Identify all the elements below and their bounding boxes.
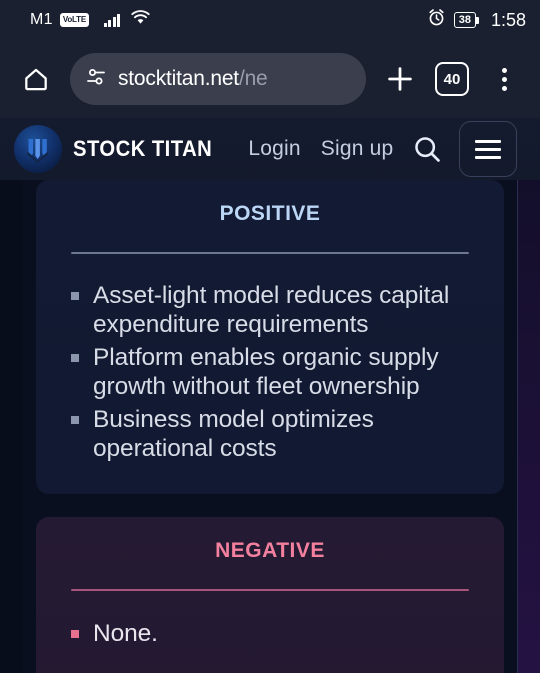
scrollbar-track[interactable] xyxy=(517,180,518,673)
url-text[interactable]: stocktitan.net/ne xyxy=(118,67,268,91)
page-content: Positive Asset-light model reduces capit… xyxy=(0,180,540,673)
plus-icon[interactable] xyxy=(378,57,422,101)
status-bar-left: M1 VoLTE xyxy=(30,10,151,30)
carrier-label: M1 xyxy=(30,11,53,28)
signup-link[interactable]: Sign up xyxy=(321,137,394,161)
home-icon[interactable] xyxy=(14,57,58,101)
tab-counter-button[interactable]: 40 xyxy=(430,57,474,101)
list-item: Business model optimizes operational cos… xyxy=(66,405,478,464)
brand-name: STOCK TITAN xyxy=(73,136,213,161)
list-item: None. xyxy=(66,619,478,648)
system-status-bar: M1 VoLTE 38 1:58 xyxy=(0,0,540,40)
header-nav: Login Sign up xyxy=(248,137,393,161)
positive-divider xyxy=(71,252,469,254)
stock-titan-logo-icon xyxy=(14,125,62,173)
clock-label: 1:58 xyxy=(490,9,526,30)
wifi-icon xyxy=(131,10,151,30)
positive-list: Asset-light model reduces capital expend… xyxy=(66,281,478,463)
negative-list: None. xyxy=(66,619,478,648)
volte-badge: VoLTE xyxy=(59,13,89,27)
url-domain: stocktitan.net xyxy=(118,67,239,90)
more-vertical-icon[interactable] xyxy=(482,57,526,101)
page-right-margin xyxy=(517,180,540,673)
alarm-clock-icon xyxy=(427,8,446,32)
battery-indicator: 38 xyxy=(453,11,480,29)
hamburger-menu-icon[interactable] xyxy=(459,121,518,177)
search-icon[interactable] xyxy=(411,133,443,165)
signal-bars-icon xyxy=(103,13,121,27)
list-item: Asset-light model reduces capital expend… xyxy=(66,281,478,340)
negative-divider xyxy=(71,589,469,591)
login-link[interactable]: Login xyxy=(248,137,300,161)
browser-toolbar: stocktitan.net/ne 40 xyxy=(0,40,540,118)
tune-icon[interactable] xyxy=(84,65,108,94)
page-left-margin xyxy=(0,180,22,673)
positive-card: Positive Asset-light model reduces capit… xyxy=(36,180,504,494)
tab-count-label: 40 xyxy=(435,62,469,96)
list-item: Platform enables organic supply growth w… xyxy=(66,343,478,402)
site-header: STOCK TITAN Login Sign up xyxy=(0,118,540,180)
mobile-browser-screen: M1 VoLTE 38 1:58 stocktitan.net/ne 40 ST… xyxy=(0,0,540,673)
url-bar[interactable]: stocktitan.net/ne xyxy=(70,53,366,105)
status-bar-right: 38 1:58 xyxy=(427,8,526,32)
url-path: /ne xyxy=(238,67,268,90)
brand-logo[interactable]: STOCK TITAN xyxy=(14,125,224,173)
positive-title: Positive xyxy=(219,194,321,227)
negative-title: Negative xyxy=(215,531,325,564)
negative-card: Negative None. xyxy=(36,517,504,673)
